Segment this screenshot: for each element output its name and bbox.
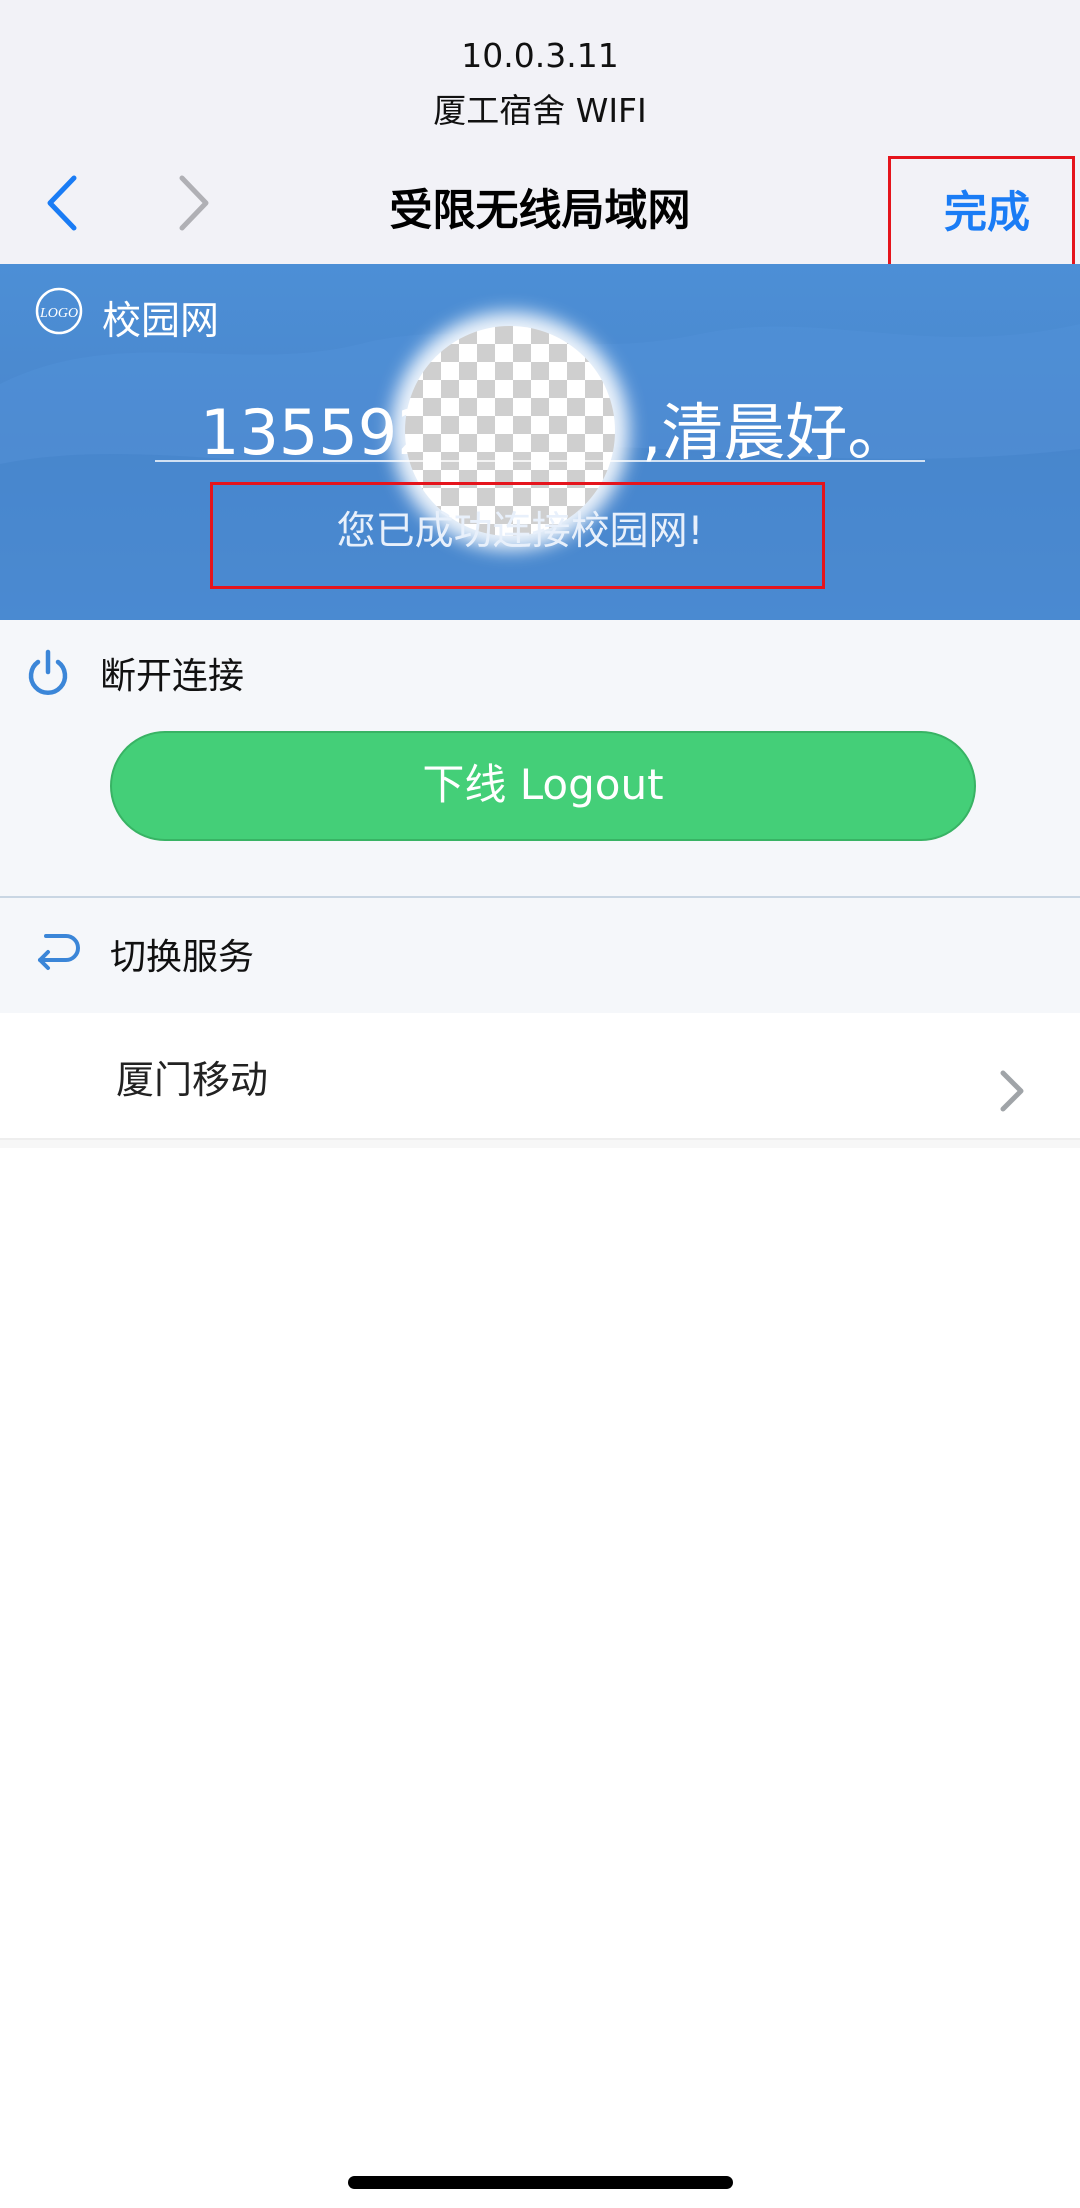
switch-service-section: 切换服务 [0, 898, 1080, 1013]
home-indicator[interactable] [348, 2176, 733, 2189]
logo-icon: LOGO [34, 286, 84, 336]
highlight-box-status [210, 482, 825, 589]
list-divider [0, 1140, 1080, 1148]
greeting-suffix: ,清晨好。 [641, 396, 910, 469]
switch-service-label: 切换服务 [110, 937, 255, 978]
network-name: 厦工宿舍 WIFI [433, 91, 647, 130]
logout-button[interactable]: 下线 Logout [110, 731, 976, 841]
service-item-xiamen-mobile[interactable]: 厦门移动 [0, 1013, 1080, 1140]
site-name: 校园网 [102, 299, 220, 344]
chevron-right-icon[interactable] [166, 168, 226, 238]
disconnect-label: 断开连接 [100, 656, 245, 697]
switch-arrow-icon [32, 928, 80, 972]
chevron-right-icon [995, 1065, 1027, 1117]
power-icon [24, 648, 72, 700]
chevron-left-icon[interactable] [36, 168, 96, 238]
service-item-label: 厦门移动 [116, 1058, 269, 1102]
ip-address: 10.0.3.11 [461, 36, 619, 75]
greeting-underline [155, 460, 925, 462]
page-title: 受限无线局域网 [389, 186, 691, 236]
greeting-account: 135592 [200, 396, 437, 469]
svg-text:LOGO: LOGO [39, 306, 78, 321]
disconnect-section: 断开连接 下线 Logout [0, 620, 1080, 898]
